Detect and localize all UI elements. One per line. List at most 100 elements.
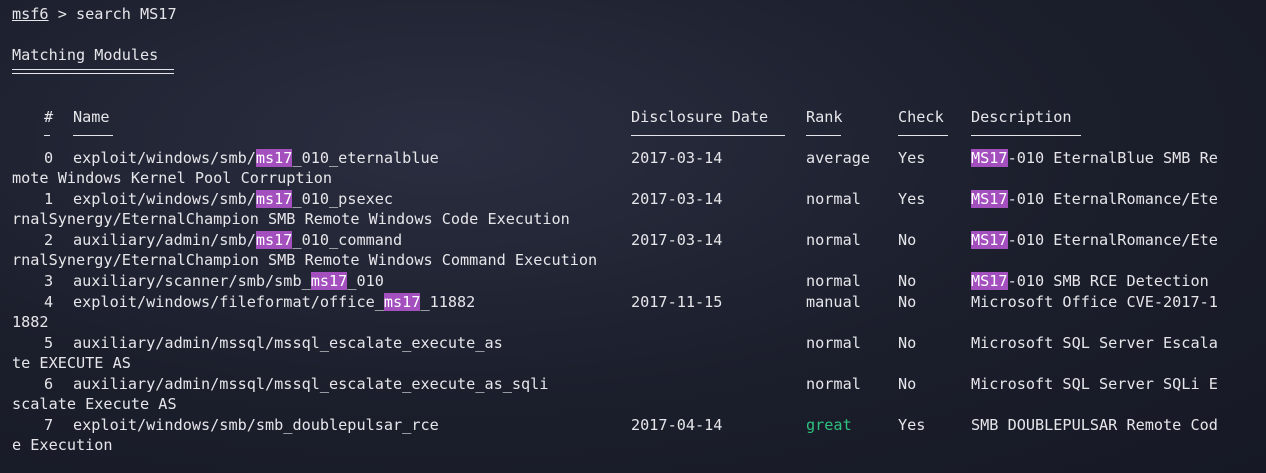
disclosure-date: 2017-03-14 bbox=[631, 149, 723, 167]
search-match-highlight: MS17 bbox=[971, 190, 1008, 208]
header-description: Description bbox=[971, 108, 1072, 126]
disclosure-date: 2017-03-14 bbox=[631, 231, 723, 249]
heading-double-underline bbox=[12, 69, 174, 74]
disclosure-date: 2017-03-14 bbox=[631, 190, 723, 208]
check-value: No bbox=[898, 375, 917, 393]
module-name-prefix: auxiliary/admin/smb/ bbox=[73, 231, 256, 249]
header-rank: Rank bbox=[806, 108, 843, 126]
module-name: exploit/windows/smb/ms17_010_eternalblue bbox=[73, 148, 439, 168]
row-number: 6 bbox=[44, 375, 54, 393]
description-text: -010 EternalRomance/Ete bbox=[1007, 231, 1218, 249]
module-name: exploit/windows/fileformat/office_ms17_1… bbox=[73, 292, 475, 312]
description-wrapped-line: e Execution bbox=[12, 436, 113, 454]
module-name: exploit/windows/smb/smb_doublepulsar_rce bbox=[73, 415, 439, 435]
header-number: # bbox=[44, 108, 54, 126]
description-wrapped-line: mote Windows Kernel Pool Corruption bbox=[12, 169, 333, 187]
header-disclosure-date: Disclosure Date bbox=[631, 108, 769, 126]
header-rule-name bbox=[73, 135, 113, 136]
header-rule-number bbox=[44, 135, 50, 136]
rank-value: normal bbox=[806, 375, 861, 393]
module-name-prefix: auxiliary/admin/mssql/mssql_escalate_exe… bbox=[73, 334, 503, 352]
description: MS17-010 EternalBlue SMB Re bbox=[971, 148, 1218, 168]
description: MS17-010 EternalRomance/Ete bbox=[971, 230, 1218, 250]
check-value: No bbox=[898, 293, 917, 311]
disclosure-date: 2017-11-15 bbox=[631, 293, 723, 311]
module-name-prefix: exploit/windows/smb/ bbox=[73, 190, 256, 208]
header-rule-date bbox=[631, 135, 785, 136]
check-value: No bbox=[898, 231, 917, 249]
rank-value: normal bbox=[806, 231, 861, 249]
row-number: 3 bbox=[44, 272, 54, 290]
header-check: Check bbox=[898, 108, 944, 126]
module-name: exploit/windows/smb/ms17_010_psexec bbox=[73, 189, 393, 209]
header-rule-rank bbox=[806, 135, 841, 136]
rank-value: normal bbox=[806, 272, 861, 290]
description-text: Microsoft SQL Server SQLi E bbox=[971, 375, 1218, 393]
command-text: search MS17 bbox=[76, 5, 177, 23]
header-name: Name bbox=[73, 108, 110, 126]
rank-value: average bbox=[806, 149, 871, 167]
module-name: auxiliary/admin/mssql/mssql_escalate_exe… bbox=[73, 374, 548, 394]
description: Microsoft SQL Server Escala bbox=[971, 333, 1218, 353]
module-name-prefix: exploit/windows/smb/smb_doublepulsar_rce bbox=[73, 416, 439, 434]
prompt-separator: > bbox=[48, 5, 77, 23]
search-match-highlight: MS17 bbox=[971, 231, 1008, 249]
search-match-highlight: ms17 bbox=[310, 272, 348, 290]
matching-modules-heading: Matching Modules bbox=[12, 46, 159, 64]
description: SMB DOUBLEPULSAR Remote Cod bbox=[971, 415, 1218, 435]
row-number: 5 bbox=[44, 334, 54, 352]
header-rule-check bbox=[898, 135, 948, 136]
module-name-suffix: _11882 bbox=[420, 293, 476, 311]
row-number: 2 bbox=[44, 231, 54, 249]
description-wrapped-line: 1882 bbox=[12, 313, 49, 331]
search-match-highlight: ms17 bbox=[255, 149, 293, 167]
module-name-prefix: auxiliary/scanner/smb/smb_ bbox=[73, 272, 311, 290]
module-name-suffix: _010_eternalblue bbox=[292, 149, 439, 167]
command-prompt-line: msf6 > search MS17 bbox=[12, 4, 177, 24]
description-text: Microsoft SQL Server Escala bbox=[971, 334, 1218, 352]
rank-value: normal bbox=[806, 334, 861, 352]
description-text: SMB DOUBLEPULSAR Remote Cod bbox=[971, 416, 1218, 434]
description-wrapped-line: rnalSynergy/EternalChampion SMB Remote W… bbox=[12, 251, 598, 269]
description-text: -010 EternalRomance/Ete bbox=[1007, 190, 1218, 208]
description-wrapped-line: te EXECUTE AS bbox=[12, 354, 131, 372]
search-match-highlight: MS17 bbox=[971, 149, 1008, 167]
check-value: No bbox=[898, 334, 917, 352]
search-match-highlight: ms17 bbox=[383, 293, 421, 311]
module-name: auxiliary/admin/mssql/mssql_escalate_exe… bbox=[73, 333, 503, 353]
module-name-suffix: _010_psexec bbox=[292, 190, 394, 208]
row-number: 4 bbox=[44, 293, 54, 311]
rank-value: great bbox=[806, 416, 852, 434]
description: Microsoft SQL Server SQLi E bbox=[971, 374, 1218, 394]
disclosure-date: 2017-04-14 bbox=[631, 416, 723, 434]
module-name-prefix: exploit/windows/fileformat/office_ bbox=[73, 293, 384, 311]
prompt-name: msf6 bbox=[12, 5, 49, 23]
module-name-suffix: _010 bbox=[347, 272, 384, 290]
description-text: Microsoft Office CVE-2017-1 bbox=[971, 293, 1218, 311]
rank-value: normal bbox=[806, 190, 861, 208]
header-rule-description bbox=[971, 135, 1081, 136]
search-match-highlight: ms17 bbox=[255, 231, 293, 249]
module-name-prefix: auxiliary/admin/mssql/mssql_escalate_exe… bbox=[73, 375, 549, 393]
description-wrapped-line: scalate Execute AS bbox=[12, 395, 177, 413]
rank-value: manual bbox=[806, 293, 861, 311]
description-text: -010 EternalBlue SMB Re bbox=[1007, 149, 1218, 167]
description: MS17-010 SMB RCE Detection bbox=[971, 271, 1209, 291]
check-value: No bbox=[898, 272, 917, 290]
row-number: 7 bbox=[44, 416, 54, 434]
search-match-highlight: ms17 bbox=[255, 190, 293, 208]
description-text: -010 SMB RCE Detection bbox=[1007, 272, 1209, 290]
check-value: Yes bbox=[898, 149, 926, 167]
description: MS17-010 EternalRomance/Ete bbox=[971, 189, 1218, 209]
description: Microsoft Office CVE-2017-1 bbox=[971, 292, 1218, 312]
search-match-highlight: MS17 bbox=[971, 272, 1008, 290]
module-name-suffix: _010_command bbox=[292, 231, 403, 249]
module-name: auxiliary/admin/smb/ms17_010_command bbox=[73, 230, 402, 250]
row-number: 0 bbox=[44, 149, 54, 167]
check-value: Yes bbox=[898, 190, 926, 208]
row-number: 1 bbox=[44, 190, 54, 208]
description-wrapped-line: rnalSynergy/EternalChampion SMB Remote W… bbox=[12, 210, 570, 228]
module-name-prefix: exploit/windows/smb/ bbox=[73, 149, 256, 167]
module-name: auxiliary/scanner/smb/smb_ms17_010 bbox=[73, 271, 384, 291]
check-value: Yes bbox=[898, 416, 926, 434]
